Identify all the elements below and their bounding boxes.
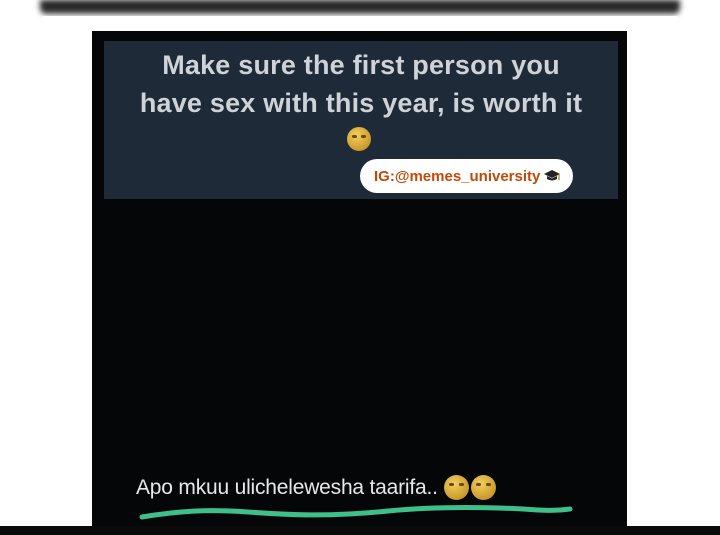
- laughing-emoji-icon: [443, 475, 469, 500]
- green-underline: [139, 505, 573, 520]
- subtitle: Apo mkuu ulichelewesha taarifa..: [136, 475, 496, 500]
- top-blur-strip: [40, 0, 680, 14]
- caption-line-2: have sex with this year, is worth it: [139, 88, 583, 118]
- watermark-pill: IG:@memes_university: [360, 159, 574, 193]
- caption-line-1: Make sure the first person you: [162, 50, 560, 80]
- grimacing-emoji-icon: [347, 127, 371, 151]
- graduation-cap-icon: [543, 169, 561, 183]
- caption-text: Make sure the first person you have sex …: [104, 46, 618, 122]
- subtitle-text: Apo mkuu ulichelewesha taarifa..: [136, 475, 438, 499]
- laughing-emoji-icon: [470, 475, 496, 500]
- meme-image-panel: Make sure the first person you have sex …: [92, 31, 627, 535]
- watermark-text: IG:@memes_university: [374, 167, 541, 185]
- bottom-black-bar: [0, 526, 720, 535]
- subtitle-emojis: [443, 475, 496, 500]
